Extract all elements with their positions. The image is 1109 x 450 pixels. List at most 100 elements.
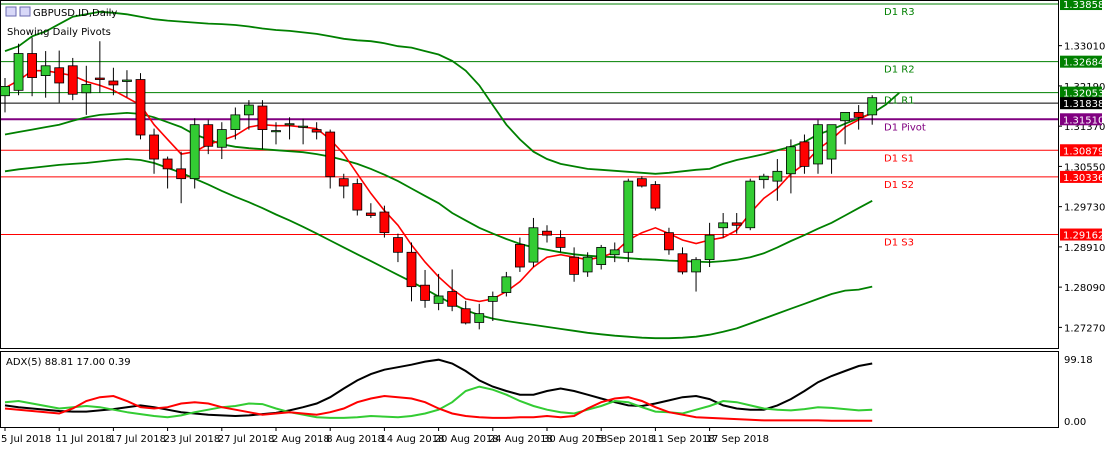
date-tick-label: 2 Aug 2018 bbox=[272, 434, 330, 445]
candle-body bbox=[311, 129, 322, 133]
pivot-label: D1 Pivot bbox=[884, 122, 926, 133]
candle-body bbox=[474, 313, 485, 323]
candle-body bbox=[81, 84, 92, 94]
symbol-label: GBPUSD.ID,Daily bbox=[33, 8, 117, 19]
candle-body bbox=[786, 146, 796, 175]
pivot-label: D1 S2 bbox=[884, 180, 914, 191]
candle-body bbox=[67, 65, 78, 95]
price-tag-text: 1.29162 bbox=[1063, 231, 1104, 242]
candle-body bbox=[636, 178, 647, 187]
price-tag-text: 1.30336 bbox=[1063, 173, 1104, 184]
candle-body bbox=[13, 53, 24, 91]
candle-body bbox=[284, 123, 295, 126]
candle-body bbox=[257, 105, 268, 130]
price-tag-text: 1.33858 bbox=[1063, 0, 1104, 11]
candle-body bbox=[271, 130, 281, 133]
indicator-label: ADX(5) 88.81 17.00 0.39 bbox=[6, 357, 131, 368]
candle-body bbox=[501, 276, 512, 293]
candle-body bbox=[189, 124, 200, 180]
candle-body bbox=[298, 125, 309, 128]
indicator-tick-label: 0.00 bbox=[1064, 417, 1086, 428]
candle-body bbox=[216, 129, 227, 148]
date-tick-label: 17 Sep 2018 bbox=[706, 434, 769, 445]
date-tick-label: 17 Jul 2018 bbox=[109, 434, 166, 445]
chart-icon bbox=[5, 6, 17, 17]
candle-body bbox=[122, 79, 132, 82]
candle-body bbox=[162, 158, 173, 170]
pivot-label: D1 R3 bbox=[884, 7, 915, 18]
candle-body bbox=[528, 227, 539, 263]
candle-body bbox=[745, 180, 756, 229]
candle-body bbox=[582, 256, 593, 273]
candle-body bbox=[420, 284, 430, 301]
pivot-label: D1 R2 bbox=[884, 65, 915, 76]
price-tick-label: 1.28910 bbox=[1064, 243, 1105, 254]
candle-body bbox=[799, 141, 810, 167]
date-tick-label: 27 Jul 2018 bbox=[218, 434, 275, 445]
candle bbox=[135, 73, 146, 140]
chart-canvas[interactable]: D1 R3 D1 R2 D1 R1 D1 Pivot D1 S1 D1 S2 D1 S3 1… bbox=[0, 0, 1109, 450]
candle-body bbox=[515, 244, 525, 268]
indicator-tick-label: 99.18 bbox=[1064, 355, 1093, 366]
pivot-label: D1 S3 bbox=[884, 238, 914, 249]
candle-body bbox=[352, 183, 363, 211]
pivot-label: D1 R1 bbox=[884, 96, 915, 107]
date-tick-label: 5 Sep 2018 bbox=[597, 434, 654, 445]
candle bbox=[650, 181, 661, 211]
candle-body bbox=[772, 170, 783, 182]
candle-body bbox=[704, 234, 715, 261]
price-tag-text: 1.31510 bbox=[1063, 115, 1104, 126]
date-tick-label: 5 Jul 2018 bbox=[1, 434, 51, 445]
price-tick-label: 1.27270 bbox=[1064, 323, 1105, 334]
price-axis: 1.330101.321901.313701.305501.297301.289… bbox=[1058, 42, 1105, 334]
date-tick-label: 8 Aug 2018 bbox=[326, 434, 384, 445]
candle bbox=[352, 178, 363, 216]
candle-body bbox=[718, 222, 729, 229]
candle-body bbox=[691, 259, 701, 273]
candle-body bbox=[338, 178, 349, 187]
candle-body bbox=[379, 211, 390, 234]
candle-body bbox=[243, 104, 254, 116]
candle-body bbox=[555, 237, 566, 248]
candle-body bbox=[27, 53, 38, 78]
candle-body bbox=[203, 124, 214, 147]
current-price-tag-text: 1.31838 bbox=[1063, 99, 1104, 110]
candle-body bbox=[54, 67, 65, 84]
candle-body bbox=[731, 222, 742, 226]
candle-body bbox=[826, 124, 837, 160]
date-tick-label: 23 Jul 2018 bbox=[164, 434, 221, 445]
price-tag-text: 1.32684 bbox=[1063, 58, 1104, 69]
candle-body bbox=[664, 232, 674, 251]
candle-body bbox=[433, 295, 444, 304]
candle-body bbox=[40, 65, 51, 77]
candle bbox=[189, 118, 200, 189]
candle-body bbox=[406, 251, 417, 288]
pivot-label: D1 S1 bbox=[884, 153, 914, 164]
candle-body bbox=[487, 296, 498, 302]
candle-body bbox=[609, 249, 620, 256]
candle-body bbox=[840, 112, 850, 122]
candle-body bbox=[325, 131, 336, 178]
candle-body bbox=[542, 230, 552, 236]
candle bbox=[745, 178, 756, 231]
candle-body bbox=[0, 86, 10, 97]
chart-window[interactable]: D1 R3 D1 R2 D1 R1 D1 Pivot D1 S1 D1 S2 D1 S3 1… bbox=[0, 0, 1109, 450]
price-tag-text: 1.30879 bbox=[1063, 146, 1104, 157]
candle-body bbox=[393, 237, 403, 253]
candle-body bbox=[149, 134, 159, 160]
candle-body bbox=[447, 291, 458, 307]
chart-icon bbox=[19, 6, 31, 17]
candle-body bbox=[94, 77, 105, 80]
candle-body bbox=[867, 97, 878, 116]
candle-body bbox=[758, 175, 769, 181]
date-axis: 5 Jul 2018 11 Jul 201817 Jul 201823 Jul 2… bbox=[1, 427, 769, 445]
candle-body bbox=[650, 184, 661, 209]
indicator-axis: 99.18 0.00 bbox=[1064, 355, 1093, 428]
candle bbox=[623, 178, 634, 263]
main-panel-frame bbox=[0, 0, 1059, 349]
candle-body bbox=[460, 308, 471, 324]
candle-body bbox=[813, 124, 823, 165]
candle-body bbox=[365, 212, 376, 216]
candle-body bbox=[853, 112, 864, 118]
subtitle-label: Showing Daily Pivots bbox=[7, 27, 111, 38]
